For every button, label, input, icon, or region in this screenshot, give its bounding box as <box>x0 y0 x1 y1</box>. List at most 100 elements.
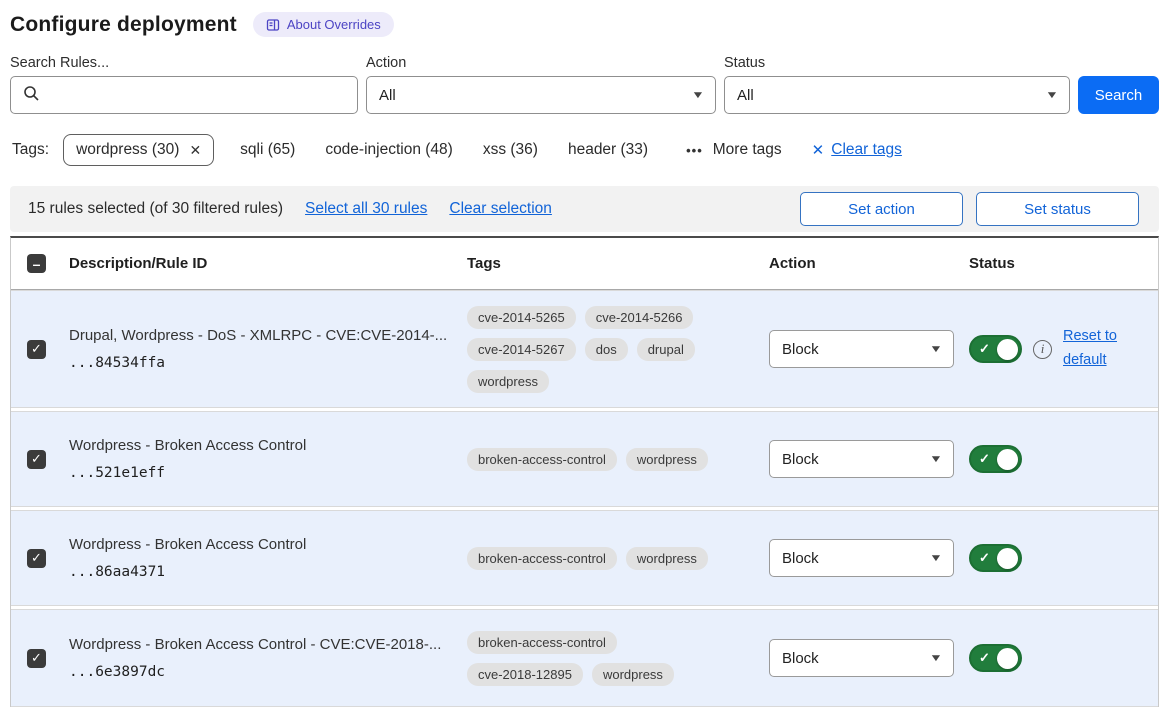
col-action: Action <box>769 255 969 272</box>
about-overrides-label: About Overrides <box>287 17 381 32</box>
action-select[interactable]: Block ▼ <box>769 539 954 577</box>
action-value: Block <box>782 650 819 667</box>
rule-description-cell: Wordpress - Broken Access Control ...86a… <box>69 536 467 580</box>
rule-tag: wordpress <box>592 663 674 686</box>
check-icon: ✓ <box>979 451 990 467</box>
status-filter-select[interactable]: All ▼ <box>724 76 1070 114</box>
set-status-button[interactable]: Set status <box>976 192 1139 226</box>
status-toggle[interactable]: ✓ <box>969 544 1022 572</box>
rule-action-cell: Block ▼ <box>769 639 969 677</box>
rule-status-cell: ✓ <box>969 644 1158 672</box>
reset-to-default-link[interactable]: Reset to default <box>1063 325 1127 373</box>
select-all-checkbox[interactable]: – <box>27 254 46 273</box>
chevron-down-icon: ▼ <box>929 344 943 355</box>
chevron-down-icon: ▼ <box>929 454 943 465</box>
tag-code-injection[interactable]: code-injection (48) <box>325 141 453 159</box>
chevron-down-icon: ▼ <box>1045 90 1059 101</box>
info-icon[interactable]: i <box>1033 340 1052 359</box>
action-select[interactable]: Block ▼ <box>769 330 954 368</box>
rule-tag: wordpress <box>467 370 549 393</box>
rule-tag: cve-2014-5265 <box>467 306 576 329</box>
toggle-knob <box>997 648 1018 669</box>
selected-tag-label: wordpress (30) <box>76 141 179 159</box>
rule-description-cell: Drupal, Wordpress - DoS - XMLRPC - CVE:C… <box>69 327 467 371</box>
status-filter-label: Status <box>724 55 1070 71</box>
row-checkbox[interactable]: ✓ <box>27 450 46 469</box>
row-checkbox[interactable]: ✓ <box>27 649 46 668</box>
clear-tags-label: Clear tags <box>831 141 902 159</box>
rule-tag: cve-2014-5267 <box>467 338 576 361</box>
action-filter-group: Action All ▼ <box>366 55 716 114</box>
action-filter-label: Action <box>366 55 716 71</box>
status-toggle[interactable]: ✓ <box>969 644 1022 672</box>
tag-header[interactable]: header (33) <box>568 141 648 159</box>
rule-status-cell: ✓ <box>969 445 1158 473</box>
action-filter-value: All <box>379 87 396 104</box>
check-icon: ✓ <box>979 650 990 666</box>
selection-summary: 15 rules selected (of 30 filtered rules) <box>28 200 283 218</box>
selected-tag-wordpress[interactable]: wordpress (30) ✕ <box>63 134 214 166</box>
more-tags-button[interactable]: ••• More tags <box>686 141 782 159</box>
rule-tag: cve-2018-12895 <box>467 663 583 686</box>
rule-tags-cell: broken-access-control wordpress <box>467 547 719 570</box>
clear-selection-link[interactable]: Clear selection <box>449 200 552 218</box>
table-body: ✓ Drupal, Wordpress - DoS - XMLRPC - CVE… <box>11 290 1158 707</box>
rule-tag: wordpress <box>626 448 708 471</box>
action-value: Block <box>782 550 819 567</box>
tag-xss[interactable]: xss (36) <box>483 141 538 159</box>
filter-bar: Search Rules... Action All ▼ Status All <box>10 55 1159 114</box>
about-overrides-badge[interactable]: About Overrides <box>253 12 394 37</box>
search-icon <box>23 85 40 106</box>
rule-id: ...6e3897dc <box>69 664 467 680</box>
action-filter-select[interactable]: All ▼ <box>366 76 716 114</box>
search-input[interactable] <box>10 76 358 114</box>
rule-id: ...521e1eff <box>69 465 467 481</box>
action-select[interactable]: Block ▼ <box>769 639 954 677</box>
search-label: Search Rules... <box>10 55 358 71</box>
clear-tags-button[interactable]: ✕ Clear tags <box>812 141 902 159</box>
rule-tags-cell: broken-access-control wordpress <box>467 448 719 471</box>
rule-tag: broken-access-control <box>467 631 617 654</box>
rule-id: ...86aa4371 <box>69 564 467 580</box>
rule-status-cell: ✓ i Reset to default <box>969 325 1158 373</box>
rule-description: Drupal, Wordpress - DoS - XMLRPC - CVE:C… <box>69 327 467 344</box>
table-header-row: – Description/Rule ID Tags Action Status <box>11 238 1158 290</box>
status-filter-group: Status All ▼ <box>724 55 1070 114</box>
chevron-down-icon: ▼ <box>929 653 943 664</box>
row-checkbox[interactable]: ✓ <box>27 340 46 359</box>
search-button[interactable]: Search <box>1078 76 1159 114</box>
status-toggle[interactable]: ✓ <box>969 335 1022 363</box>
check-icon: ✓ <box>979 341 990 357</box>
rule-description: Wordpress - Broken Access Control <box>69 437 467 454</box>
search-group: Search Rules... <box>10 55 358 114</box>
rule-tag: broken-access-control <box>467 448 617 471</box>
close-icon: ✕ <box>812 141 825 159</box>
remove-tag-icon[interactable]: ✕ <box>189 142 201 159</box>
toggle-knob <box>997 548 1018 569</box>
tags-bar: Tags: wordpress (30) ✕ sqli (65) code-in… <box>12 134 1159 166</box>
rule-action-cell: Block ▼ <box>769 539 969 577</box>
status-filter-value: All <box>737 87 754 104</box>
action-value: Block <box>782 451 819 468</box>
table-row: ✓ Wordpress - Broken Access Control ...5… <box>11 411 1158 507</box>
set-action-button[interactable]: Set action <box>800 192 963 226</box>
status-toggle[interactable]: ✓ <box>969 445 1022 473</box>
chevron-down-icon: ▼ <box>929 553 943 564</box>
col-description: Description/Rule ID <box>69 255 467 272</box>
table-row: ✓ Wordpress - Broken Access Control - CV… <box>11 609 1158 707</box>
table-row: ✓ Drupal, Wordpress - DoS - XMLRPC - CVE… <box>11 290 1158 408</box>
rules-table: – Description/Rule ID Tags Action Status… <box>10 236 1159 707</box>
select-all-link[interactable]: Select all 30 rules <box>305 200 427 218</box>
tag-sqli[interactable]: sqli (65) <box>240 141 295 159</box>
rule-tags-cell: cve-2014-5265 cve-2014-5266 cve-2014-526… <box>467 306 719 393</box>
row-checkbox[interactable]: ✓ <box>27 549 46 568</box>
rule-action-cell: Block ▼ <box>769 330 969 368</box>
rule-tag: drupal <box>637 338 695 361</box>
action-select[interactable]: Block ▼ <box>769 440 954 478</box>
rule-tag: dos <box>585 338 628 361</box>
check-icon: ✓ <box>979 550 990 566</box>
rule-action-cell: Block ▼ <box>769 440 969 478</box>
rule-status-cell: ✓ <box>969 544 1158 572</box>
rule-tag: wordpress <box>626 547 708 570</box>
action-value: Block <box>782 341 819 358</box>
